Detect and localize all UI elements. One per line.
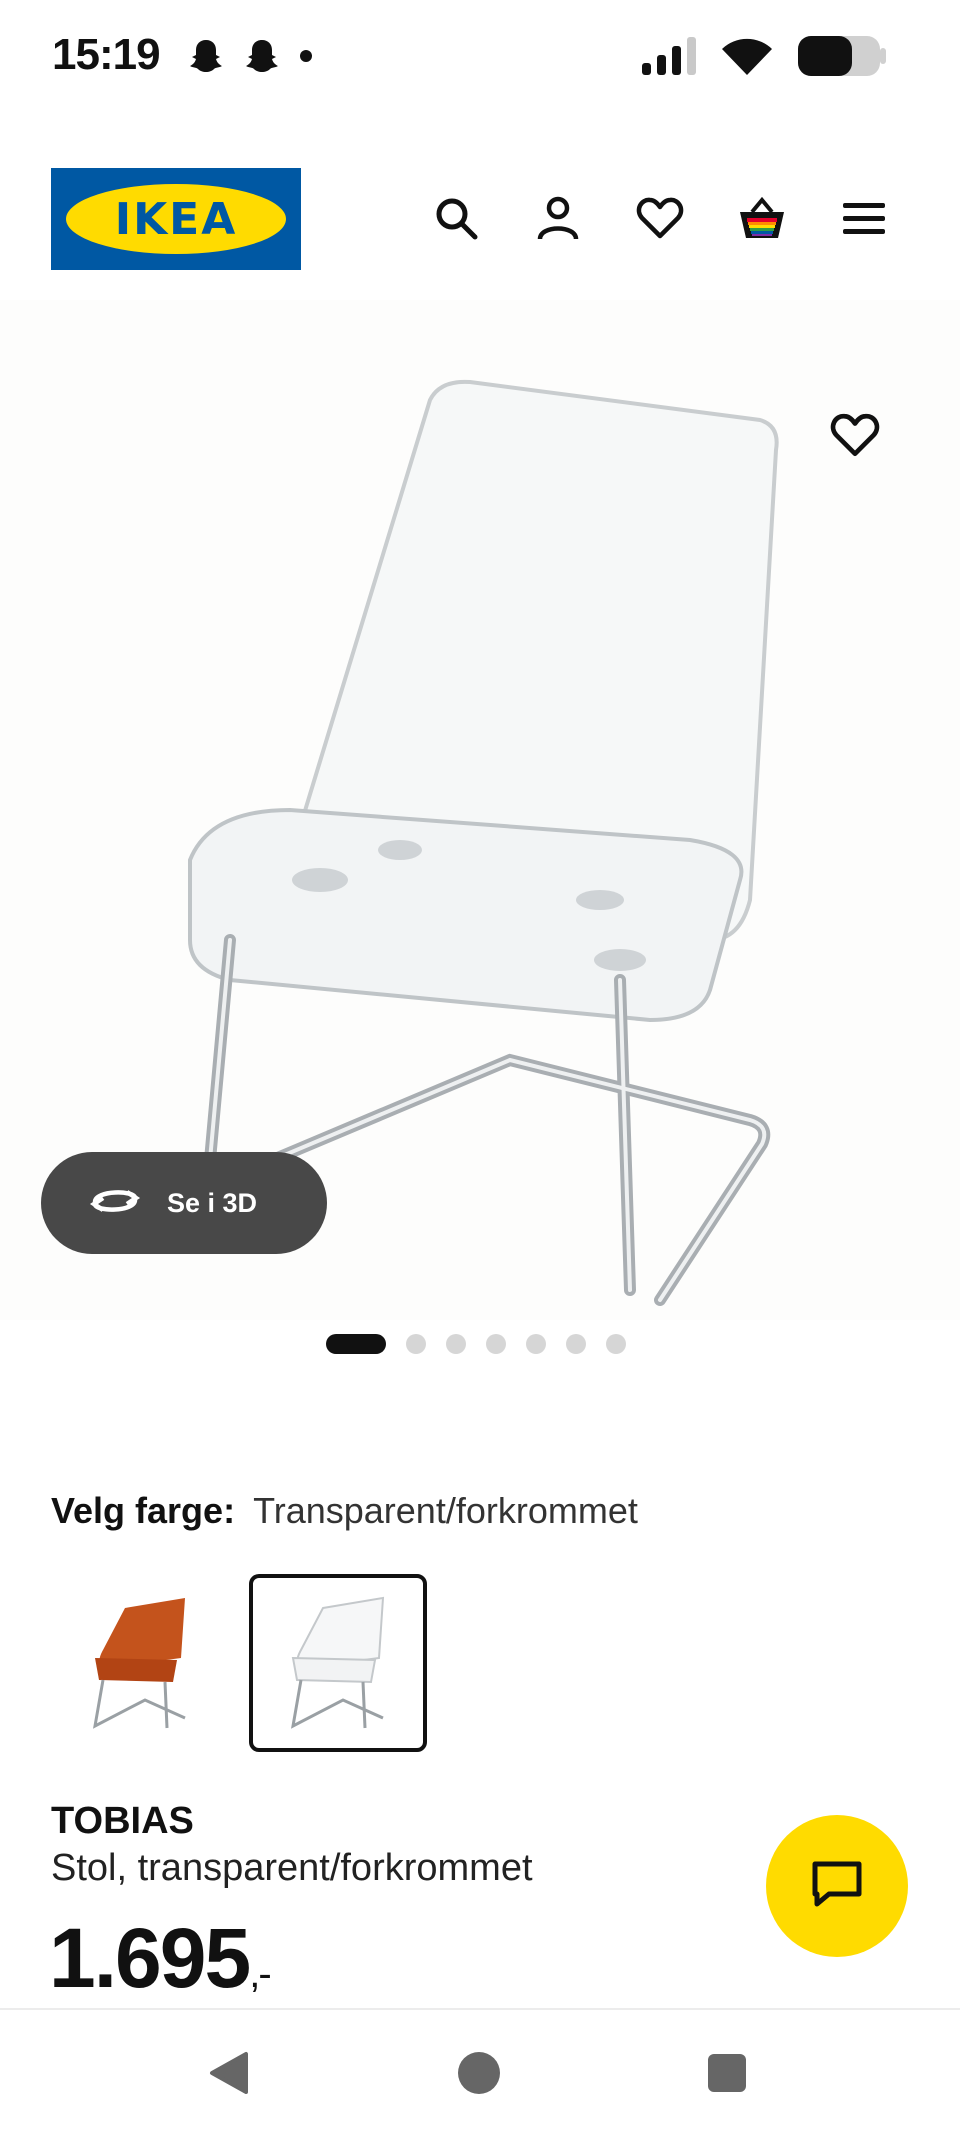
pagination-dot[interactable] [526,1334,546,1354]
recent-apps-icon[interactable] [706,2052,748,2099]
status-system-icons [640,34,888,83]
logo-text: IKEA [114,193,238,245]
wifi-icon [720,35,774,82]
home-icon[interactable] [456,2050,502,2101]
snapchat-icon [186,36,226,81]
system-navigation-bar [0,2010,960,2133]
selected-color-value: Transparent/forkrommet [253,1490,638,1531]
pagination-dot[interactable] [606,1334,626,1354]
signal-icon [640,35,698,82]
menu-icon[interactable] [838,192,890,244]
pagination-dot[interactable] [406,1334,426,1354]
pagination-dot[interactable] [566,1334,586,1354]
price-value: 1.695 [49,1911,251,2005]
status-time: 15:19 [52,30,161,79]
status-notification-icons [186,36,314,81]
chat-button[interactable] [766,1815,908,1957]
color-selector-heading: Velg farge: Transparent/forkrommet [51,1490,638,1532]
product-price: 1.695,- [49,1910,272,2007]
chat-icon [809,1858,865,1915]
battery-icon [796,34,888,83]
product-image-gallery[interactable]: Se i 3D [0,300,960,1354]
color-swatches [51,1574,427,1752]
site-header: IKEA [0,160,960,276]
ikea-logo[interactable]: IKEA [51,168,301,270]
notification-dot-icon [298,48,314,69]
status-bar: 15:19 [0,0,960,120]
snapchat-icon [242,36,282,81]
logo-oval: IKEA [66,184,286,254]
pagination-dot[interactable] [446,1334,466,1354]
see-in-3d-label: Se i 3D [167,1187,258,1218]
product-name[interactable]: TOBIAS [51,1800,194,1843]
price-suffix: ,- [249,1952,271,1996]
swatch-transparent[interactable] [249,1574,427,1752]
favorites-icon[interactable] [634,192,686,244]
account-icon[interactable] [532,192,584,244]
see-in-3d-button[interactable]: Se i 3D [41,1152,327,1254]
shopping-bag-icon[interactable] [736,192,788,244]
rotate-3d-icon [87,1182,143,1225]
pagination-dot-active[interactable] [326,1334,386,1354]
color-label: Velg farge: [51,1490,236,1531]
product-description: Stol, transparent/forkrommet [51,1847,533,1889]
image-pagination [326,1334,626,1354]
header-actions [430,192,890,244]
add-to-favorites-icon[interactable] [830,412,880,463]
back-icon[interactable] [208,2050,250,2101]
swatch-orange[interactable] [51,1574,229,1752]
search-icon[interactable] [430,192,482,244]
pagination-dot[interactable] [486,1334,506,1354]
